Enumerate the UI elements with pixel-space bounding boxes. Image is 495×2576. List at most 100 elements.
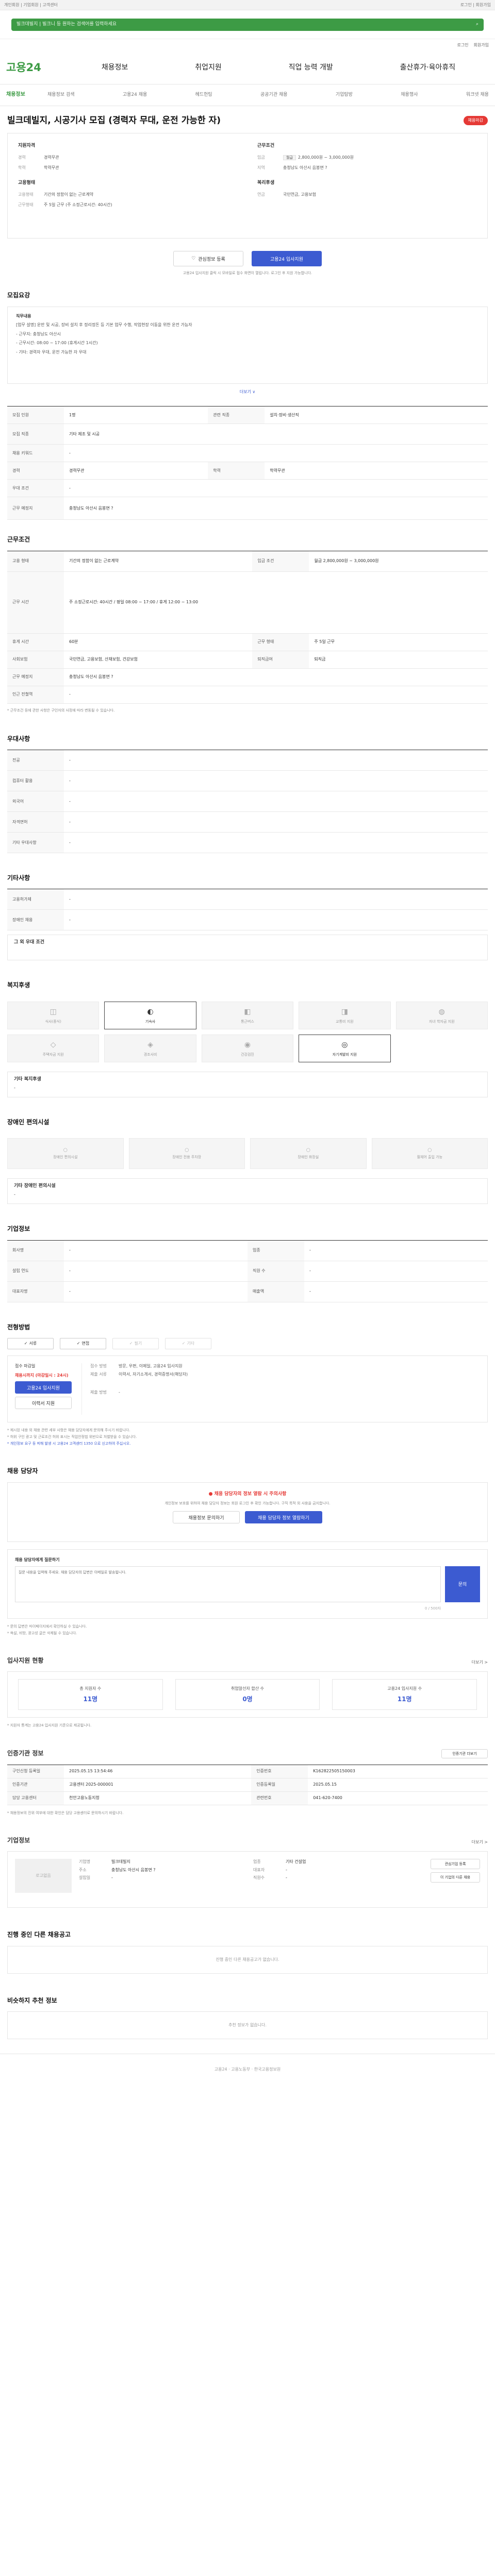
apply-box: 접수 마감일 채용시까지 (마감일시 : 24시) 고용24 입사지원 이력서 …	[7, 1355, 488, 1422]
apply-key: 제출 서류	[90, 1371, 107, 1377]
corp-more-link[interactable]: 더보기 >	[472, 1839, 488, 1845]
subnav-current[interactable]: 채용정보	[6, 91, 42, 99]
section-title-intro: 모집요강	[7, 292, 30, 299]
apply-now-button[interactable]: 고용24 입사지원	[15, 1381, 72, 1394]
heart-icon: ♡	[191, 256, 196, 261]
welfare-label: 자녀 학자금 지원	[429, 1019, 455, 1024]
auth-table: 구인신청 등록일 2025.05.15 13:54:46 인증번호 K16282250…	[7, 1764, 488, 1805]
subnav-item[interactable]: 기업탐방	[336, 92, 353, 98]
job-title-bar: 빌크데빌지, 시공기사 모집 (경력자 무대, 운전 가능한 자) 채용마감	[7, 111, 488, 130]
corp-value: 기타 건설업	[286, 1859, 306, 1865]
search-input[interactable]: 빌크데빌지 | 빌크니 등 원하는 검색어를 입력하세요	[16, 21, 472, 28]
workcond-note: * 근무조건 등에 관한 사항은 구인자의 사정에 따라 변동될 수 있습니다.	[7, 708, 115, 713]
subnav-item[interactable]: 채용정보 검색	[47, 92, 75, 98]
check-icon: ✓	[24, 1341, 28, 1346]
apply-value: 방문, 우편, 이메일, 고용24 입사지원	[119, 1364, 183, 1368]
top-links[interactable]: 개인회원 | 기업회원 | 고객센터	[4, 2, 58, 8]
corp-header: 기업정보 더보기 >	[7, 1836, 488, 1845]
corp-key: 설립일	[79, 1875, 91, 1880]
other-value: -	[64, 889, 488, 910]
intro-more-link[interactable]: 더보기 ∨	[7, 389, 488, 395]
util-join[interactable]: 회원가입	[474, 42, 489, 48]
corp-key: 주소	[79, 1867, 87, 1872]
detail-key: 모집 직종	[7, 423, 64, 445]
pref-value: -	[64, 791, 488, 812]
disab-item: ◯ 장애인 편의시설	[7, 1138, 124, 1170]
other-more-box: 그 외 우대 조건	[7, 935, 488, 961]
apply-note-line: * 허위 구인 광고 및 근로조건 허위 표시는 직업안정법 위반으로 처벌받을…	[7, 1435, 137, 1439]
stats-more-link[interactable]: 더보기 >	[472, 1659, 488, 1666]
disability-grid: ◯ 장애인 편의시설 ◯ 장애인 전용 주차장 ◯ 장애인 화장실 ◯ 휠체어 출입 가…	[7, 1133, 488, 1174]
summary-value: 경력무관	[44, 155, 59, 160]
auth-more-button[interactable]: 인증기관 더보기	[441, 1749, 488, 1758]
welfare-item: ◇ 주택자금 지원	[7, 1034, 100, 1062]
subnav-item[interactable]: 헤드헌팅	[195, 92, 212, 98]
section-title-method: 전형방법	[7, 1323, 30, 1331]
apply-key: 접수 방법	[90, 1364, 107, 1368]
subnav-item[interactable]: 고용24 채용	[123, 92, 147, 98]
search-bar[interactable]: 빌크데빌지 | 빌크니 등 원하는 검색어를 입력하세요 ⌕	[11, 18, 484, 31]
gnb-item-training[interactable]: 직업 능력 개발	[289, 62, 333, 73]
summary-heading: 복리후생	[257, 180, 275, 186]
disab-label: 장애인 전용 주차장	[172, 1155, 202, 1160]
summary-key: 임금	[257, 155, 265, 160]
company-logo: 로고없음	[15, 1859, 72, 1893]
gnb-item-jobs[interactable]: 채용정보	[102, 62, 128, 73]
company-jobs-button[interactable]: 이 기업의 다른 채용	[431, 1872, 480, 1883]
method-label: 기타	[187, 1341, 195, 1346]
section-title-auth: 인증기관 정보	[7, 1750, 44, 1757]
util-login[interactable]: 로그인	[457, 42, 468, 48]
section-title-ongoing: 진행 중인 다른 채용공고	[7, 1931, 71, 1939]
follow-company-button[interactable]: 관심기업 등록	[431, 1859, 480, 1870]
corp-value: 빌크데빌지	[111, 1859, 130, 1865]
detail-value: 설치·정비·생산직	[265, 406, 488, 425]
pref-value: -	[64, 811, 488, 833]
inquiry-button[interactable]: 채용정보 문의하기	[173, 1511, 240, 1523]
subnav-item[interactable]: 워크넷 채용	[466, 92, 489, 98]
cond-key: 근무 예정지	[7, 668, 64, 686]
disab-item: ◯ 장애인 전용 주차장	[128, 1138, 245, 1170]
welfare-label: 주택자금 지원	[42, 1052, 64, 1057]
apply-value: 이력서, 자기소개서, 경력증명서(해당자)	[119, 1371, 188, 1377]
search-icon[interactable]: ⌕	[476, 21, 478, 28]
subnav-item[interactable]: 공공기관 채용	[260, 92, 288, 98]
section-title-disab: 장애인 편의시설	[7, 1118, 50, 1126]
apply-note-line: * 제시된 내용 외 채용 관련 세부 사항은 채용 담당자에게 문의해 주시기…	[7, 1428, 130, 1432]
subnav-item[interactable]: 채용행사	[401, 92, 418, 98]
welfare-label: 식사(중식)	[45, 1019, 61, 1024]
view-contact-button[interactable]: 채용 담당자 정보 열람하기	[245, 1511, 322, 1523]
cond-key: 인근 전철역	[7, 686, 64, 704]
detail-key: 학력	[208, 462, 265, 480]
wheelchair-icon: ◯	[427, 1148, 432, 1153]
summary-value: 기간의 정함이 없는 근로계약	[44, 192, 93, 197]
cond-value: 충청남도 아산시 음봉면 ?	[64, 668, 488, 686]
dormitory-icon: ◐	[147, 1007, 154, 1016]
pref-key: 자격면허	[7, 811, 64, 833]
check-icon: ✓	[182, 1341, 186, 1346]
method-row: ✓ 서류 ✓ 면접 ✓ 필기 ✓ 기타	[7, 1338, 488, 1349]
summary-heading: 지원자격	[18, 143, 36, 148]
cond-key: 근무 시간	[7, 571, 64, 634]
save-interest-button[interactable]: ♡ 관심정보 등록	[173, 251, 243, 266]
question-input[interactable]	[15, 1566, 441, 1602]
auth-value: 고용센터 2025-000001	[64, 1778, 252, 1792]
stat-number: 11명	[83, 1695, 98, 1703]
pref-key: 기타 우대사항	[7, 832, 64, 854]
gnb-item-support[interactable]: 취업지원	[195, 62, 222, 73]
login-links[interactable]: 로그인 | 회원가입	[460, 2, 491, 8]
detail-value: 학력무관	[265, 462, 488, 480]
section-title-stats: 입사지원 현황	[7, 1657, 44, 1665]
detail-value: 기타 제조 및 시공	[64, 423, 488, 445]
apply-button[interactable]: 고용24 입사지원	[252, 251, 322, 266]
intro-title: 직무내용	[16, 313, 31, 318]
transport-icon: ◨	[341, 1007, 348, 1016]
corp-value: -	[286, 1875, 287, 1880]
resume-apply-button[interactable]: 이력서 지원	[15, 1397, 72, 1410]
summary-key: 학력	[18, 165, 26, 170]
apply-key: 제출 방법	[90, 1390, 107, 1395]
cond-value: 퇴직금	[309, 651, 488, 669]
site-logo[interactable]: 고용24	[6, 60, 63, 75]
question-submit-button[interactable]: 문의	[445, 1566, 480, 1602]
gnb-item-leave[interactable]: 출산휴가·육아휴직	[400, 62, 456, 73]
comp-key: 회사명	[7, 1240, 64, 1261]
